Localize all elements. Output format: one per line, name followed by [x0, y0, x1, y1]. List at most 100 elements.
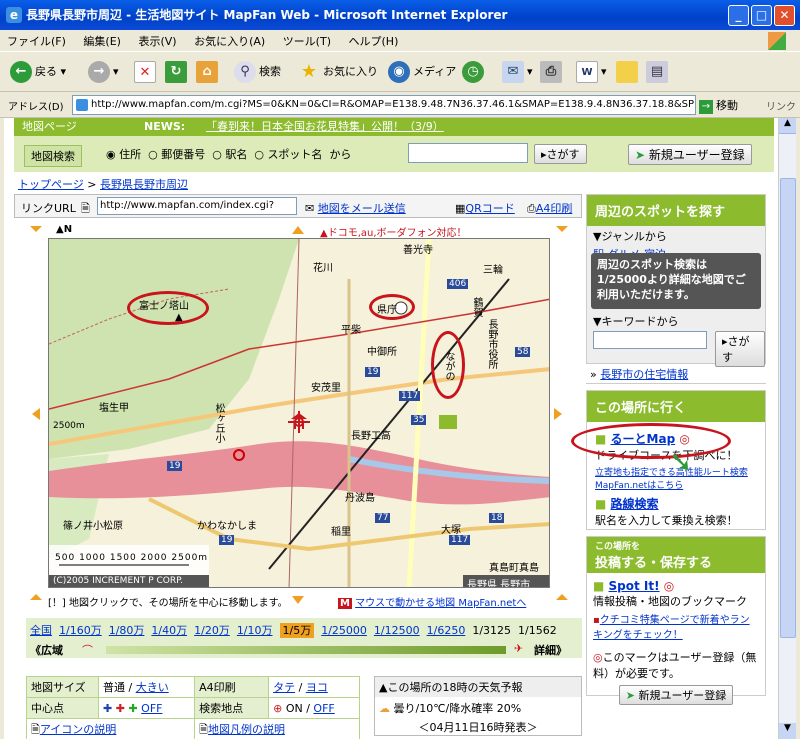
keyword-input[interactable]: [593, 331, 707, 349]
stop-icon: ✕: [134, 61, 156, 83]
refresh-button[interactable]: ↻: [165, 60, 190, 84]
back-button[interactable]: ← 戻る ▾: [10, 60, 66, 84]
close-button[interactable]: ✕: [774, 5, 795, 26]
home-icon: ⌂: [196, 61, 218, 83]
zoom-detail[interactable]: 詳細》: [534, 642, 567, 658]
breadcrumb-current[interactable]: 長野県長野市周辺: [100, 178, 188, 191]
back-arrow-icon: ←: [10, 61, 32, 83]
address-input[interactable]: http://www.mapfan.com/m.cgi?MS=0&KN=0&CI…: [72, 95, 696, 115]
radio-spot[interactable]: ○ スポット名: [254, 148, 322, 161]
keyword-search-button[interactable]: ▸さがす: [715, 331, 765, 367]
transit-link[interactable]: ■ 路線検索: [587, 493, 765, 512]
links-label[interactable]: リンク: [766, 98, 796, 113]
breadcrumb-top[interactable]: トップページ: [18, 178, 84, 191]
mobile-notice[interactable]: ▲ドコモ,au,ボーダフォン対応！: [320, 224, 467, 239]
north-indicator: ▲N: [56, 224, 73, 235]
go-arrow-icon: →: [699, 100, 713, 114]
scale-8[interactable]: 1/12500: [374, 624, 420, 637]
scale-1[interactable]: 1/160万: [59, 624, 102, 637]
zoom-slider[interactable]: [106, 646, 506, 654]
favorites-button[interactable]: ★ お気に入り: [298, 60, 378, 84]
pan-southeast-icon[interactable]: [556, 594, 568, 600]
weather-box: ▲この場所の18時の天気予報 ☁ 曇り/10℃/降水確率 20% ＜04月11日…: [374, 676, 582, 736]
mail-button[interactable]: ✉ ▾: [502, 60, 533, 84]
register-button-bottom[interactable]: ➤ 新規ユーザー登録: [618, 685, 734, 705]
map-search-input[interactable]: [408, 143, 528, 163]
mail-send-link[interactable]: ✉ 地図をメール送信: [305, 200, 406, 216]
forward-button[interactable]: → ▾: [88, 60, 119, 84]
edit-button[interactable]: W ▾: [576, 60, 607, 84]
scroll-thumb[interactable]: [780, 178, 796, 638]
history-button[interactable]: ◷: [462, 60, 487, 84]
radio-station[interactable]: ○ 駅名: [212, 148, 247, 161]
map-search-button[interactable]: ▸さがす: [534, 144, 587, 164]
map-label-nakagosho: 中御所: [367, 347, 397, 358]
map-label-heishiba: 平柴: [341, 325, 361, 336]
icon-legend-link[interactable]: 🗎アイコンの説明: [25, 718, 196, 739]
menu-help[interactable]: ヘルプ(H): [342, 30, 406, 52]
scale-4[interactable]: 1/20万: [194, 624, 230, 637]
page-content: 地図ページ NEWS: 「春到来！日本全国お花見特集」公開！（3/9） 地図検索…: [4, 118, 778, 739]
search-point-options: ⊕ ON / OFF: [268, 697, 360, 719]
qr-icon: ▦: [455, 202, 466, 215]
map-label-tsuruga: 鶴賀: [471, 297, 482, 317]
scale-5[interactable]: 1/10万: [237, 624, 273, 637]
scroll-up-icon[interactable]: ▲: [779, 118, 796, 134]
mousemap-link[interactable]: M マウスで動かせる地図 MapFan.netへ: [338, 594, 526, 609]
map-label-kawanakajima: かわなかしま: [197, 521, 257, 532]
go-button[interactable]: → 移動: [699, 97, 738, 114]
scale-7[interactable]: 1/25000: [321, 624, 367, 637]
map-label-zenkoji: 善光寺: [403, 245, 433, 256]
home-button[interactable]: ⌂: [196, 60, 221, 84]
spotit-link[interactable]: ■ Spot It! ◎: [587, 573, 765, 593]
search-button[interactable]: ⚲ 検索: [234, 60, 281, 84]
pan-northwest-icon[interactable]: [30, 226, 42, 232]
map-legend-link[interactable]: 🗎地図凡例の説明: [194, 718, 360, 739]
vertical-scrollbar[interactable]: ▲ ▼: [778, 118, 796, 739]
menu-favorites[interactable]: お気に入り(A): [187, 30, 272, 52]
route-117-badge: 117: [399, 391, 421, 401]
scale-10: 1/3125: [472, 624, 512, 637]
pan-southwest-icon[interactable]: [30, 594, 42, 600]
pan-west-icon[interactable]: [32, 408, 40, 420]
pan-north-icon[interactable]: [292, 226, 304, 234]
menu-file[interactable]: ファイル(F): [0, 30, 73, 52]
radio-address[interactable]: ◉ 住所: [106, 148, 141, 161]
minimize-button[interactable]: _: [728, 5, 749, 26]
discuss-button[interactable]: [616, 60, 641, 84]
maximize-button[interactable]: □: [751, 5, 772, 26]
scroll-down-icon[interactable]: ▼: [779, 723, 796, 739]
map-area[interactable]: 富士ノ塔山 ▲ 県庁 ながの 善光寺 花川 三輪 鶴賀 長野市役所 平柴 中御所…: [48, 238, 550, 588]
kuchikomi-link[interactable]: ▪クチコミ特集ページで新着やランキングをチェック！: [587, 609, 765, 643]
stop-button[interactable]: ✕: [134, 60, 159, 84]
scale-0[interactable]: 全国: [30, 624, 52, 637]
zoom-wide[interactable]: 《広域: [30, 642, 63, 658]
pan-south-icon[interactable]: [292, 596, 304, 604]
link-url-input[interactable]: http://www.mapfan.com/index.cgi?: [97, 197, 297, 215]
media-button[interactable]: ◉ メディア: [388, 60, 456, 84]
cross-red-icon[interactable]: ✚: [116, 702, 125, 715]
register-button-top[interactable]: ➤ 新規ユーザー登録: [628, 144, 752, 165]
qr-link[interactable]: ▦QRコード: [455, 200, 515, 216]
cross-blue-icon[interactable]: ✚: [103, 702, 112, 715]
menu-view[interactable]: 表示(V): [131, 30, 183, 52]
scale-3[interactable]: 1/40万: [151, 624, 187, 637]
history-icon: ◷: [462, 61, 484, 83]
scale-9[interactable]: 1/6250: [427, 624, 466, 637]
cross-green-icon[interactable]: ✚: [128, 702, 137, 715]
square-bullet-icon: ■: [595, 497, 607, 511]
route-77-badge: 77: [375, 513, 391, 523]
pan-northeast-icon[interactable]: [556, 226, 568, 232]
news-link[interactable]: 「春到来！日本全国お花見特集」公開！（3/9）: [206, 118, 444, 136]
print-button[interactable]: ⎙: [540, 60, 565, 84]
housing-link[interactable]: » 長野市の住宅情報: [586, 366, 766, 384]
research-button[interactable]: ▤: [646, 60, 671, 84]
menu-tools[interactable]: ツール(T): [276, 30, 338, 52]
pan-east-icon[interactable]: [554, 408, 562, 420]
print-link[interactable]: ⎙A4印刷: [527, 200, 572, 216]
scale-2[interactable]: 1/80万: [109, 624, 145, 637]
center-point-label: 中心点: [26, 697, 99, 719]
link-url-label: リンクURL: [21, 202, 76, 215]
radio-postal[interactable]: ○ 郵便番号: [148, 148, 205, 161]
menu-edit[interactable]: 編集(E): [76, 30, 128, 52]
